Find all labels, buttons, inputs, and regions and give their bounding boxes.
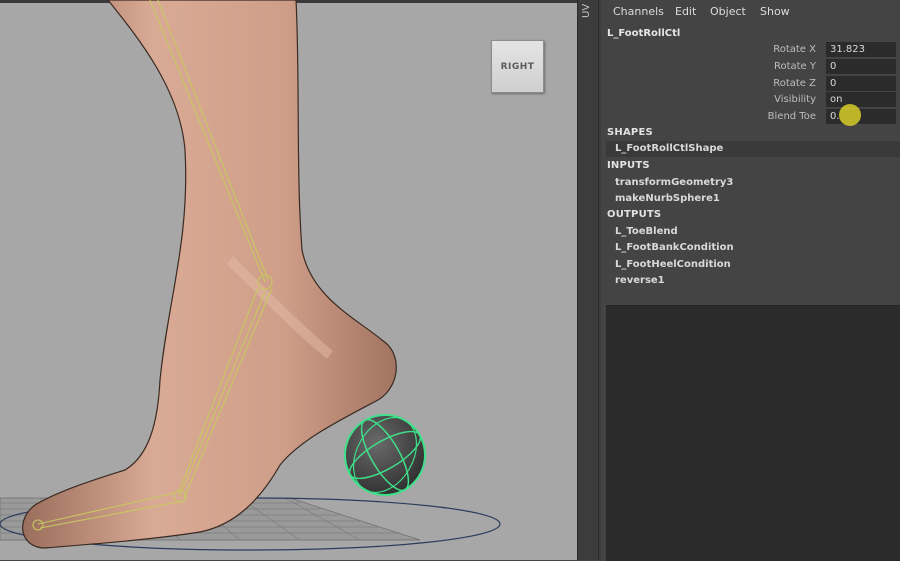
menu-channels[interactable]: Channels (613, 5, 664, 18)
viewport-3d[interactable]: RIGHT (0, 0, 577, 560)
output-item[interactable]: L_ToeBlend (615, 226, 678, 237)
output-item[interactable]: L_FootHeelCondition (615, 259, 731, 270)
tab-separator (598, 0, 599, 560)
attr-field-visibility[interactable]: on (826, 92, 896, 107)
channel-box: Channels Edit Object Show L_FootRollCtl … (601, 0, 900, 561)
section-outputs: OUTPUTS (607, 209, 662, 220)
input-item[interactable]: transformGeometry3 (615, 177, 733, 188)
foot-mesh (22, 0, 397, 549)
cursor-highlight (839, 104, 861, 126)
menu-edit[interactable]: Edit (675, 5, 696, 18)
attr-field-rotate-z[interactable]: 0 (826, 76, 896, 91)
attr-field-blend-toe[interactable]: 0. (826, 109, 896, 124)
attr-label-rotate-z: Rotate Z (773, 78, 816, 89)
channel-box-menubar: Channels Edit Object Show (601, 0, 900, 24)
selected-node-title[interactable]: L_FootRollCtl (607, 28, 680, 39)
attr-label-visibility: Visibility (774, 94, 816, 105)
foot-roll-ball-controller[interactable] (341, 406, 429, 503)
shape-item[interactable]: L_FootRollCtlShape (615, 143, 723, 154)
attr-field-rotate-x[interactable]: 31.823 (826, 42, 896, 57)
menu-show[interactable]: Show (760, 5, 790, 18)
viewcube[interactable]: RIGHT (491, 40, 544, 93)
section-inputs: INPUTS (607, 160, 650, 171)
attr-label-blend-toe: Blend Toe (767, 111, 816, 122)
viewcube-label: RIGHT (500, 61, 535, 72)
menu-object[interactable]: Object (710, 5, 746, 18)
attr-label-rotate-x: Rotate X (773, 44, 816, 55)
layer-editor-area[interactable] (606, 305, 900, 561)
uv-tab-label: UV (581, 3, 592, 19)
attr-field-rotate-y[interactable]: 0 (826, 59, 896, 74)
uv-editor-tab[interactable]: UV (581, 0, 595, 22)
output-item[interactable]: L_FootBankCondition (615, 242, 734, 253)
attr-label-rotate-y: Rotate Y (773, 61, 816, 72)
output-item[interactable]: reverse1 (615, 275, 665, 286)
input-item[interactable]: makeNurbSphere1 (615, 193, 720, 204)
section-shapes: SHAPES (607, 127, 653, 138)
